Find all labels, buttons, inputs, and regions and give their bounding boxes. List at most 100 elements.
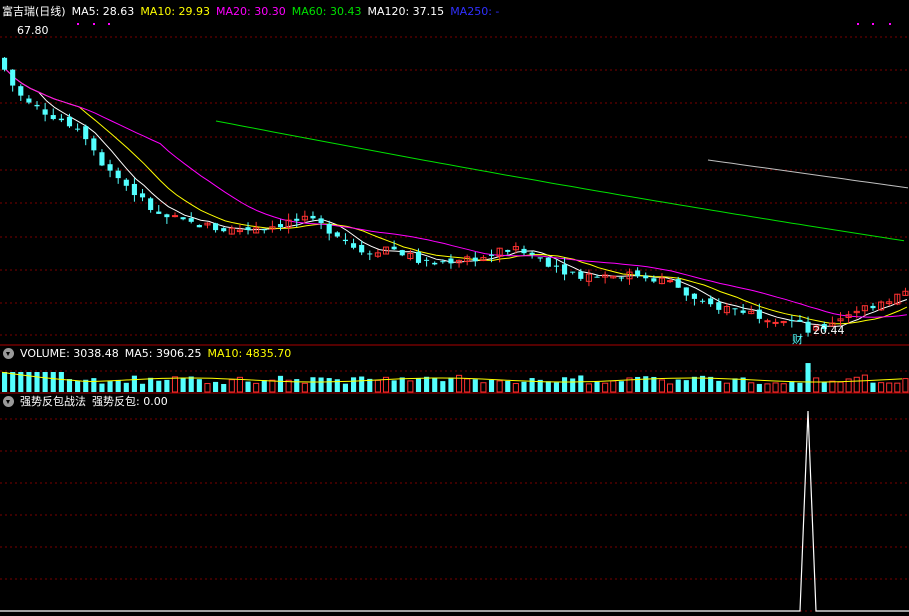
volume-bar-up [610, 380, 617, 393]
collapse-icon[interactable] [3, 348, 14, 359]
volume-bar-down [294, 379, 300, 392]
volume-bar-down [432, 377, 438, 392]
candle-down [107, 164, 113, 171]
volume-bar-down [618, 381, 624, 392]
signal-dot [857, 23, 859, 25]
candle-down [432, 262, 438, 265]
candle-down [399, 250, 405, 256]
candle-up [667, 280, 674, 283]
volume-bar-down [472, 379, 478, 392]
candle-down [115, 170, 121, 179]
candle-down [472, 257, 478, 262]
ma60-label: MA60: 30.43 [291, 5, 362, 18]
volume-bar-down [180, 377, 186, 392]
volume-bar-down [188, 376, 194, 392]
volume-bar-down [261, 380, 267, 392]
collapse-icon[interactable] [3, 396, 14, 407]
volume-bar-down [594, 381, 600, 392]
volume-bar-down [545, 381, 551, 392]
candle-down [294, 218, 300, 221]
ma20-label: MA20: 30.30 [216, 5, 286, 18]
volume-bar-up [269, 379, 276, 393]
candle-down [310, 215, 316, 219]
volume-bar-up [253, 382, 260, 393]
volume-bar-up [204, 383, 211, 393]
candle-down [391, 246, 397, 250]
stock-title[interactable]: 富吉瑞(日线) [2, 5, 66, 18]
candle-down [350, 243, 357, 248]
candle-down [424, 259, 430, 261]
volume-bar-down [732, 378, 738, 392]
volume-bar-down [359, 376, 365, 392]
volume-bar-down [399, 377, 405, 392]
volume-bar-down [683, 380, 689, 392]
volume-bar-down [870, 382, 876, 392]
volume-bar-down [415, 378, 422, 392]
volume-bar-down [318, 377, 324, 392]
candle-down [756, 309, 762, 319]
volume-bar-down [123, 382, 129, 392]
candle-down [10, 69, 16, 86]
volume-bar-down [440, 381, 446, 392]
volume-bar-down [391, 380, 397, 392]
candle-down [42, 109, 48, 115]
volume-bar-up [829, 380, 836, 393]
volume-bar-down [115, 379, 121, 392]
volume-header: VOLUME: 3038.48 MA5: 3906.25 MA10: 4835.70 [0, 347, 297, 361]
signal-dot [108, 23, 110, 25]
volume-bar-down [529, 378, 535, 392]
ma5-label: MA5: 28.63 [71, 5, 135, 18]
volume-bar-down [131, 375, 137, 392]
candle-down [529, 252, 535, 255]
candle-down [594, 276, 600, 278]
volume-bar-down [326, 378, 332, 392]
volume-bar-up [780, 383, 787, 393]
volume-bar-down [562, 377, 568, 392]
indicator-value: 强势反包: 0.00 [92, 395, 168, 408]
volume-bar-up [764, 383, 771, 393]
volume-bar-down [716, 380, 722, 392]
volume-bar-down [10, 372, 16, 392]
candle-down [553, 265, 560, 267]
volume-bar-down [99, 383, 105, 392]
candle-down [521, 248, 527, 254]
candle-down [789, 320, 795, 322]
finance-marker-icon[interactable]: 财 [792, 331, 803, 347]
candle-down [618, 277, 624, 279]
volume-bar-down [66, 379, 73, 392]
volume-bar-up [902, 378, 909, 393]
volume-ma5-label: MA5: 3906.25 [124, 347, 202, 360]
volume-bar-up [658, 379, 666, 393]
volume-bar-down [50, 372, 56, 392]
volume-bar-down [221, 383, 227, 392]
kline-chart[interactable] [0, 0, 909, 616]
volume-bar-down [156, 380, 162, 392]
candle-down [643, 275, 649, 279]
volume-bar-down [505, 380, 511, 392]
low-price-label: 20.44 [813, 324, 845, 337]
volume-bar-down [91, 378, 97, 392]
volume-bar-up [171, 376, 179, 393]
candle-down [699, 300, 706, 302]
volume-bar-down [75, 380, 81, 392]
indicator-signal-line [0, 410, 909, 612]
candle-down [367, 253, 373, 255]
indicator-header: 强势反包战法 强势反包: 0.00 [0, 395, 174, 409]
volume-bar-down [691, 376, 697, 392]
volume-bar-down [553, 382, 560, 392]
volume-bar-down [139, 383, 146, 392]
volume-bar-down [488, 379, 495, 392]
volume-bar-up [886, 382, 893, 393]
candle-down [164, 214, 170, 218]
volume-bar-up [723, 382, 730, 393]
candle-down [58, 118, 64, 121]
volume-bar-down [58, 372, 64, 392]
volume-bars [1, 363, 909, 393]
candle-down [740, 310, 746, 313]
volume-bar-down [342, 383, 348, 392]
volume-bar-up [861, 374, 868, 393]
candle-down [221, 228, 227, 232]
volume-bar-up [512, 383, 519, 393]
candle-down [261, 229, 267, 231]
signal-dot [93, 23, 95, 25]
